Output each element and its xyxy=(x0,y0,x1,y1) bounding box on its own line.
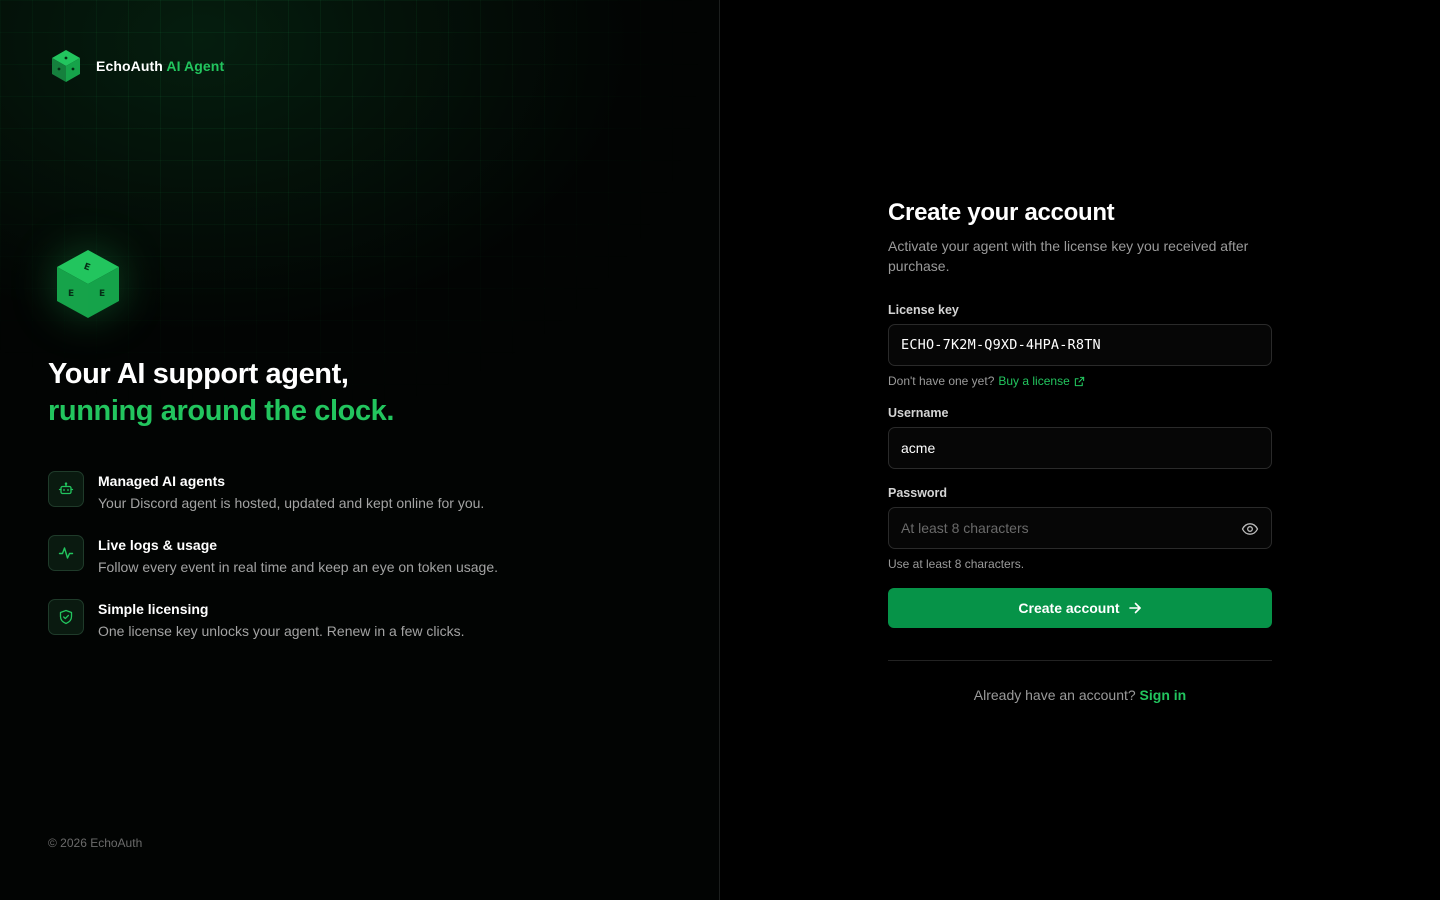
username-label: Username xyxy=(888,406,949,420)
buy-license-link-text: Buy a license xyxy=(998,374,1070,388)
sign-in-link[interactable]: Sign in xyxy=(1140,687,1187,703)
feature-item-simple-licensing: Simple licensing One license key unlocks… xyxy=(48,599,508,641)
activity-icon xyxy=(48,535,84,571)
svg-text:E: E xyxy=(68,289,74,299)
form-separator xyxy=(888,660,1272,661)
brand-name: EchoAuth AI Agent xyxy=(96,58,224,74)
svg-text:E: E xyxy=(99,289,105,299)
hero-headline: Your AI support agent, running around th… xyxy=(48,356,394,430)
password-input[interactable] xyxy=(901,520,1259,536)
eye-icon[interactable] xyxy=(1241,520,1259,538)
feature-description: One license key unlocks your agent. Rene… xyxy=(98,623,465,639)
hero-line-1: Your AI support agent, xyxy=(48,358,349,390)
feature-title: Managed AI agents xyxy=(98,473,226,489)
feature-description: Your Discord agent is hosted, updated an… xyxy=(98,495,485,511)
buy-license-link[interactable]: Buy a license xyxy=(998,373,1084,389)
feature-title: Simple licensing xyxy=(98,601,209,617)
license-key-field-wrapper xyxy=(888,324,1272,366)
cube-logo-icon xyxy=(52,50,80,82)
username-input[interactable] xyxy=(901,440,1259,456)
license-hint: Don't have one yet? Buy a license xyxy=(888,373,1272,389)
background-grid xyxy=(0,0,719,900)
robot-icon xyxy=(48,471,84,507)
license-hint-text: Don't have one yet? xyxy=(888,374,995,388)
brand[interactable]: EchoAuth AI Agent xyxy=(50,49,224,83)
signup-form: Create your account Activate your agent … xyxy=(888,198,1272,703)
license-key-input[interactable] xyxy=(901,337,1259,353)
copyright-text: © 2026 EchoAuth xyxy=(48,836,143,850)
hero-line-2: running around the clock. xyxy=(48,395,395,427)
password-field-wrapper xyxy=(888,507,1272,549)
signin-prompt: Already have an account? Sign in xyxy=(888,687,1272,703)
shield-check-icon xyxy=(48,599,84,635)
feature-item-live-logs: Live logs & usage Follow every event in … xyxy=(48,535,508,577)
username-field-wrapper xyxy=(888,427,1272,469)
feature-description: Follow every event in real time and keep… xyxy=(98,559,499,575)
brand-name-text: EchoAuth xyxy=(96,58,163,74)
create-account-button-label: Create account xyxy=(1018,600,1120,616)
feature-list: Managed AI agents Your Discord agent is … xyxy=(48,471,508,663)
feature-title: Live logs & usage xyxy=(98,537,218,553)
create-account-button[interactable]: Create account xyxy=(888,588,1272,628)
hero-cube-icon: E E E xyxy=(57,250,119,318)
form-subtitle: Activate your agent with the license key… xyxy=(888,238,1249,274)
feature-item-managed-agents: Managed AI agents Your Discord agent is … xyxy=(48,471,508,513)
left-panel: EchoAuth AI Agent E E E Your AI support … xyxy=(0,0,719,900)
password-hint: Use at least 8 characters. xyxy=(888,557,1025,571)
license-key-label: License key xyxy=(888,303,959,317)
external-link-icon xyxy=(1074,376,1084,386)
arrow-right-icon xyxy=(1128,602,1141,614)
signin-text: Already have an account? xyxy=(973,687,1136,703)
form-title: Create your account xyxy=(888,199,1115,226)
panel-divider xyxy=(719,0,720,900)
password-label: Password xyxy=(888,486,948,500)
brand-accent-text: AI Agent xyxy=(166,58,225,74)
